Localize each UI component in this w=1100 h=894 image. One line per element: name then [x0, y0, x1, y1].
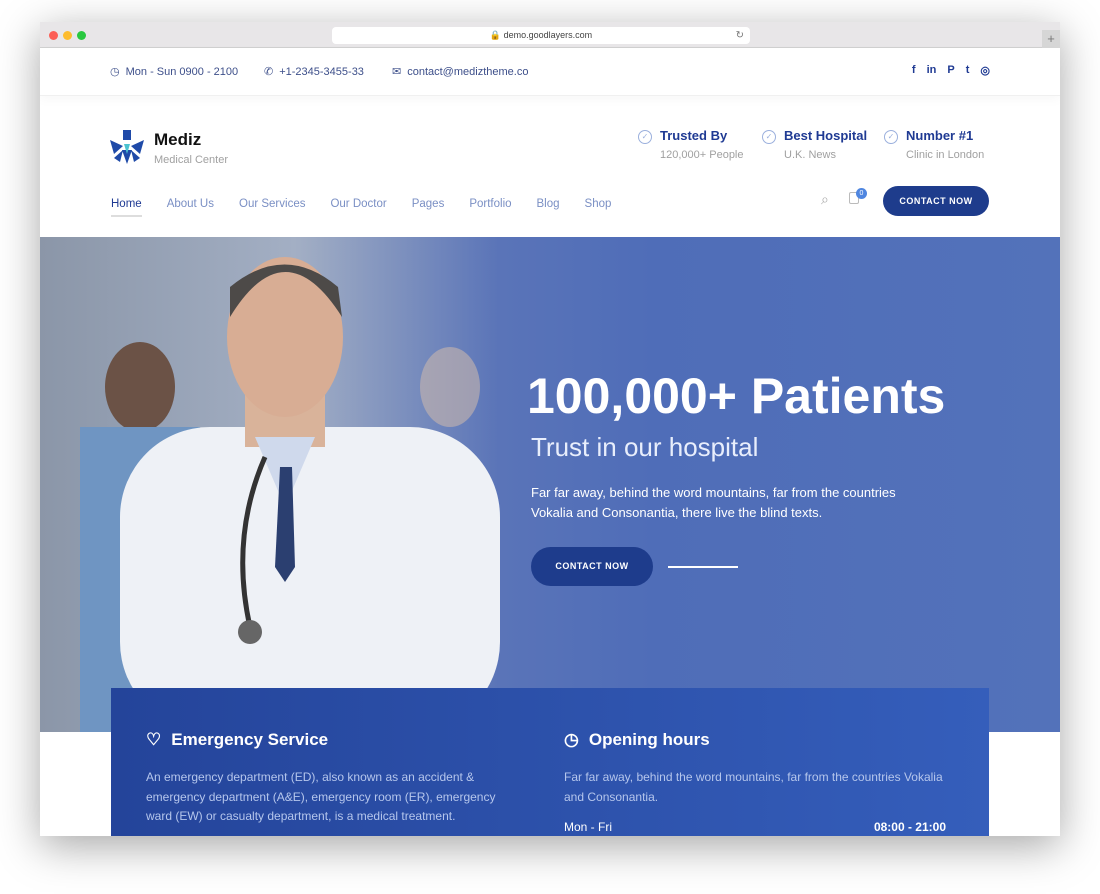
badge-best: ✓ Best Hospital U.K. News — [762, 128, 867, 161]
email-info: ✉ contact@mediztheme.co — [392, 65, 528, 79]
brand-tagline: Medical Center — [154, 154, 228, 166]
search-icon[interactable]: ⌕ — [821, 191, 829, 208]
heartbeat-icon: ♡ — [146, 730, 162, 749]
hours-info: ◷ Mon - Sun 0900 - 2100 — [110, 65, 239, 79]
new-tab-button[interactable]: + — [1042, 30, 1060, 48]
phone-icon: ✆ — [264, 66, 274, 78]
logo[interactable]: Mediz Medical Center — [110, 130, 228, 166]
nav-home[interactable]: Home — [111, 198, 142, 217]
opening-hours-section: ◷ Opening hours Far far away, behind the … — [564, 730, 946, 834]
hero-banner: 100,000+ Patients Trust in our hospital … — [40, 237, 1060, 732]
lock-icon: 🔒 — [489, 30, 502, 40]
hero-title: 100,000+ Patients — [527, 368, 946, 424]
clock-icon: ◷ — [110, 66, 120, 78]
cart-count-badge: 0 — [856, 188, 867, 199]
close-window-button[interactable] — [49, 31, 58, 40]
top-bar: ◷ Mon - Sun 0900 - 2100 ✆ +1-2345-3455-33 … — [40, 48, 1060, 96]
browser-window: 🔒 demo.goodlayers.com ↻ + ◷ Mon - Sun 0900… — [40, 22, 1060, 836]
email-text[interactable]: contact@mediztheme.co — [407, 66, 528, 78]
minimize-window-button[interactable] — [63, 31, 72, 40]
info-panel: ♡ Emergency Service An emergency departme… — [111, 688, 989, 836]
hours-title: Opening hours — [588, 730, 710, 749]
badge-title: Best Hospital — [784, 128, 868, 143]
doctor-photo — [80, 257, 500, 732]
pinterest-icon[interactable]: P — [947, 64, 954, 77]
badge-trusted: ✓ Trusted By 120,000+ People — [638, 128, 744, 161]
nav-services[interactable]: Our Services — [239, 198, 305, 217]
badge-title: Number #1 — [906, 128, 974, 143]
nav-blog[interactable]: Blog — [537, 198, 560, 217]
check-icon: ✓ — [762, 130, 776, 144]
check-icon: ✓ — [638, 130, 652, 144]
twitter-icon[interactable]: t — [966, 64, 970, 77]
brand-name: Mediz — [154, 130, 202, 149]
badge-sub: 120,000+ People — [660, 149, 744, 161]
facebook-icon[interactable]: f — [912, 64, 916, 77]
logo-icon — [110, 130, 144, 164]
contact-now-button[interactable]: CONTACT NOW — [883, 186, 989, 216]
nav-about[interactable]: About Us — [167, 198, 214, 217]
hero-contact-button[interactable]: CONTACT NOW — [531, 547, 653, 586]
badge-sub: Clinic in London — [906, 149, 985, 161]
hero-divider — [668, 566, 738, 568]
phone-info: ✆ +1-2345-3455-33 — [264, 65, 364, 79]
hours-row: Mon - Fri 08:00 - 21:00 — [564, 820, 946, 834]
badge-number1: ✓ Number #1 Clinic in London — [884, 128, 984, 161]
url-text: demo.goodlayers.com — [503, 30, 593, 40]
hero-text: Far far away, behind the word mountains,… — [531, 485, 896, 520]
social-links: f in Pt ◎ — [912, 64, 990, 77]
address-bar[interactable]: 🔒 demo.goodlayers.com ↻ — [332, 27, 750, 44]
instagram-icon[interactable]: ◎ — [980, 64, 990, 77]
main-nav: Home About Us Our Services Our Doctor Pa… — [111, 198, 611, 217]
clock-icon: ◷ — [564, 730, 579, 749]
badge-sub: U.K. News — [784, 149, 836, 161]
mail-icon: ✉ — [392, 66, 402, 78]
hours-time: 08:00 - 21:00 — [873, 820, 946, 834]
nav-shop[interactable]: Shop — [585, 198, 612, 217]
hours-text: Mon - Sun 0900 - 2100 — [125, 65, 239, 78]
phone-text[interactable]: +1-2345-3455-33 — [279, 66, 364, 78]
check-icon: ✓ — [884, 130, 898, 144]
hero-subtitle: Trust in our hospital — [531, 432, 759, 462]
maximize-window-button[interactable] — [77, 31, 86, 40]
nav-portfolio[interactable]: Portfolio — [469, 198, 511, 217]
reload-icon[interactable]: ↻ — [736, 27, 744, 44]
hours-text: Far far away, behind the word mountains,… — [564, 770, 943, 804]
linkedin-icon[interactable]: in — [927, 64, 937, 77]
hours-day: Mon - Fri — [564, 820, 612, 834]
emergency-text: An emergency department (ED), also known… — [146, 770, 496, 823]
emergency-title: Emergency Service — [171, 730, 329, 749]
emergency-section: ♡ Emergency Service An emergency departme… — [146, 730, 521, 827]
nav-pages[interactable]: Pages — [412, 198, 445, 217]
browser-titlebar: 🔒 demo.goodlayers.com ↻ + — [40, 22, 1060, 48]
badge-title: Trusted By — [660, 128, 728, 143]
nav-doctor[interactable]: Our Doctor — [330, 198, 386, 217]
